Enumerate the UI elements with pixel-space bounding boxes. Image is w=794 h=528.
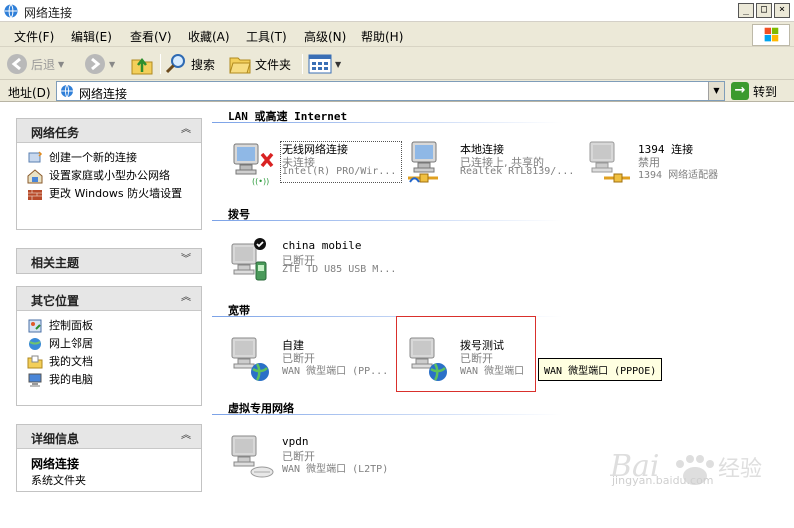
broadband-connection-icon <box>231 337 269 381</box>
place-control-panel[interactable]: 控制面板 <box>27 319 193 334</box>
views-icon <box>308 54 332 74</box>
back-dropdown-icon[interactable]: ▼ <box>58 60 64 69</box>
address-label: 地址(D) <box>8 86 51 100</box>
address-value: 网络连接 <box>79 87 128 101</box>
go-button[interactable]: → 转到 <box>731 81 777 101</box>
menu-tools[interactable]: 工具(T) <box>246 28 287 45</box>
home-network-icon <box>27 169 43 184</box>
task-firewall-settings[interactable]: 更改 Windows 防火墙设置 <box>27 187 193 202</box>
control-panel-icon <box>28 319 42 333</box>
search-icon <box>165 54 185 74</box>
menu-favorites[interactable]: 收藏(A) <box>188 28 230 45</box>
wireless-connection-icon: ((•)) <box>233 143 274 186</box>
related-topics-header[interactable]: 相关主题 ︾ <box>17 249 201 273</box>
panel-title: 其它位置 <box>31 294 80 308</box>
details-header[interactable]: 详细信息 ︽ <box>17 425 201 449</box>
address-input[interactable]: 网络连接 ▼ <box>56 81 725 101</box>
back-button[interactable]: 后退 ▼ <box>6 52 64 76</box>
windows-logo-icon <box>752 24 790 46</box>
address-bar: 地址(D) 网络连接 ▼ → 转到 <box>0 80 794 102</box>
views-dropdown-icon[interactable]: ▼ <box>335 60 341 69</box>
svg-text:经验: 经验 <box>718 457 762 482</box>
folders-label: 文件夹 <box>255 57 292 72</box>
vpn-connection-icon <box>231 435 274 478</box>
new-connection-icon <box>28 151 43 163</box>
tooltip: WAN 微型端口 (PPPOE) <box>538 358 663 381</box>
network-tasks-panel: 网络任务 ︽ 创建一个新的连接 设置家庭或小型办公网络 更改 Windows 防… <box>16 118 202 230</box>
firewall-icon <box>28 190 42 200</box>
menu-edit[interactable]: 编辑(E) <box>71 28 112 45</box>
collapse-icon[interactable]: ︽ <box>179 291 193 305</box>
menu-advanced[interactable]: 高级(N) <box>304 28 346 45</box>
other-places-header[interactable]: 其它位置 ︽ <box>17 287 201 311</box>
up-folder-button[interactable] <box>130 52 154 76</box>
folder-icon <box>229 57 251 74</box>
task-setup-home-network[interactable]: 设置家庭或小型办公网络 <box>27 169 193 184</box>
panel-title: 相关主题 <box>31 256 80 270</box>
up-folder-icon <box>131 57 153 75</box>
content-area: 网络任务 ︽ 创建一个新的连接 设置家庭或小型办公网络 更改 Windows 防… <box>0 102 794 528</box>
close-button[interactable]: × <box>774 3 790 18</box>
go-label: 转到 <box>753 84 778 99</box>
menu-bar: 文件(F) 编辑(E) 查看(V) 收藏(A) 工具(T) 高级(N) 帮助(H… <box>0 23 794 47</box>
network-places-icon <box>29 338 41 350</box>
connection-china-mobile[interactable]: china mobile 已断开 ZTE TD U85 USB M... <box>228 236 408 284</box>
minimize-button[interactable]: _ <box>738 3 754 18</box>
dialup-connection-icon <box>231 238 267 281</box>
menu-help[interactable]: 帮助(H) <box>361 28 403 45</box>
watermark-url: jingyan.baidu.com <box>612 474 714 487</box>
place-my-computer[interactable]: 我的电脑 <box>27 373 193 388</box>
views-button[interactable]: ▼ <box>308 52 341 76</box>
title-bar: 网络连接 _ □ × <box>0 0 794 22</box>
connection-vpdn[interactable]: vpdn 已断开 WAN 微型端口 (L2TP) <box>228 432 408 480</box>
panel-title: 详细信息 <box>31 432 80 446</box>
documents-folder-icon <box>27 355 43 369</box>
connection-local-area[interactable]: 本地连接 已连接上, 共享的 Realtek RTL8139/... <box>406 138 586 186</box>
connection-zijian[interactable]: 自建 已断开 WAN 微型端口 (PP... <box>228 334 408 382</box>
forward-button[interactable]: ▼ <box>84 52 115 76</box>
search-button[interactable]: 搜索 <box>164 52 215 76</box>
back-label: 后退 <box>31 57 56 72</box>
window-title: 网络连接 <box>24 6 73 20</box>
collapse-icon[interactable]: ︽ <box>179 123 193 137</box>
search-label: 搜索 <box>191 57 216 72</box>
place-my-documents[interactable]: 我的文档 <box>27 355 193 370</box>
network-tasks-header[interactable]: 网络任务 ︽ <box>17 119 201 143</box>
forward-arrow-icon <box>85 54 105 74</box>
address-dropdown-icon[interactable]: ▼ <box>708 82 724 100</box>
other-places-panel: 其它位置 ︽ 控制面板 网上邻居 我的文档 我的电脑 <box>16 286 202 406</box>
details-name: 网络连接 <box>31 457 80 471</box>
lan-connection-icon <box>408 141 438 183</box>
network-icon <box>61 84 73 98</box>
go-arrow-icon: → <box>731 82 749 100</box>
svg-text:((•)): ((•)) <box>252 177 269 186</box>
forward-dropdown-icon[interactable]: ▼ <box>109 60 115 69</box>
broadband-connection-icon <box>409 337 447 381</box>
network-folder-icon <box>4 4 18 18</box>
expand-icon[interactable]: ︾ <box>179 253 193 267</box>
connection-1394[interactable]: 1394 连接 禁用 1394 网络适配器 <box>584 138 764 186</box>
menu-file[interactable]: 文件(F) <box>14 28 54 45</box>
1394-connection-icon <box>589 141 630 183</box>
details-type: 系统文件夹 <box>31 474 86 487</box>
details-panel: 详细信息 ︽ 网络连接 系统文件夹 <box>16 424 202 492</box>
place-network-neighborhood[interactable]: 网上邻居 <box>27 337 193 352</box>
computer-icon <box>28 373 42 387</box>
task-create-connection[interactable]: 创建一个新的连接 <box>27 151 193 166</box>
task-pane: 网络任务 ︽ 创建一个新的连接 设置家庭或小型办公网络 更改 Windows 防… <box>0 102 212 528</box>
toolbar: 后退 ▼ ▼ 搜索 文件夹 ▼ <box>0 48 794 80</box>
focus-rectangle <box>280 141 402 183</box>
back-arrow-icon <box>7 54 27 74</box>
menu-view[interactable]: 查看(V) <box>130 28 172 45</box>
maximize-button[interactable]: □ <box>756 3 772 18</box>
folders-button[interactable]: 文件夹 <box>228 52 291 76</box>
related-topics-panel: 相关主题 ︾ <box>16 248 202 274</box>
panel-title: 网络任务 <box>31 126 80 140</box>
collapse-icon[interactable]: ︽ <box>179 429 193 443</box>
